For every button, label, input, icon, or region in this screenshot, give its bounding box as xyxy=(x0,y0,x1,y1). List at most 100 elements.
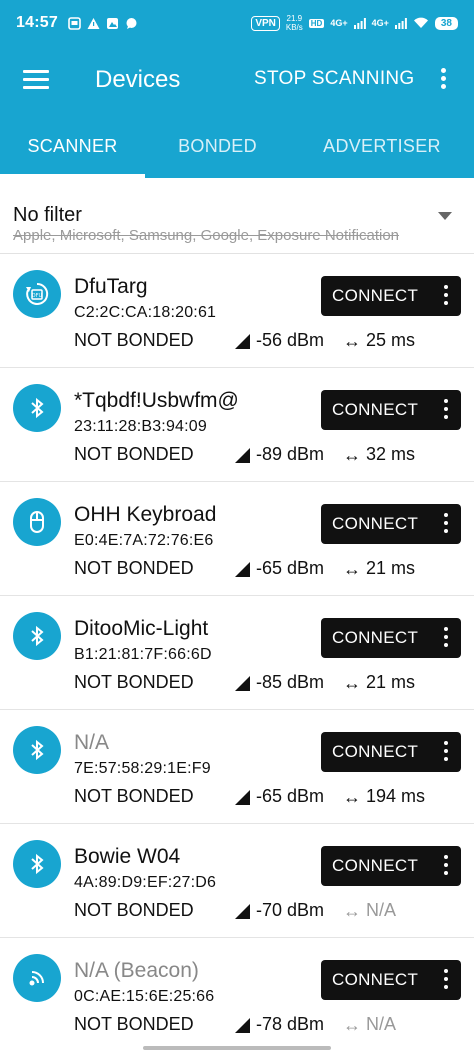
more-options-icon[interactable] xyxy=(443,285,449,309)
hamburger-menu-icon[interactable] xyxy=(23,70,49,90)
filter-subtitle: Apple, Microsoft, Samsung, Google, Expos… xyxy=(13,227,400,244)
more-options-icon[interactable] xyxy=(443,513,449,537)
bond-state: NOT BONDED xyxy=(74,900,194,920)
device-name: N/A (Beacon) xyxy=(74,959,199,982)
dfu-icon: DFU xyxy=(13,270,61,318)
interval-arrows-icon: ↔ xyxy=(343,1015,361,1035)
bond-state: NOT BONDED xyxy=(74,558,194,578)
signal-strength-icon xyxy=(235,334,250,349)
device-address: B1:21:81:7F:66:6D xyxy=(74,646,212,663)
gallery-notification-icon xyxy=(68,16,81,30)
bond-state: NOT BONDED xyxy=(74,786,194,806)
bond-state: NOT BONDED xyxy=(74,444,194,464)
signal-strength-icon xyxy=(235,1018,250,1033)
device-name: Bowie W04 xyxy=(74,845,181,868)
advertising-interval: 194 ms xyxy=(366,786,426,806)
connect-button[interactable]: CONNECT xyxy=(321,732,461,772)
advertising-interval: 25 ms xyxy=(366,330,416,350)
interval-arrows-icon: ↔ xyxy=(343,787,361,807)
wifi-icon xyxy=(413,17,428,28)
more-options-icon[interactable] xyxy=(443,627,449,651)
signal-4g-1: 4G+ xyxy=(330,18,348,28)
bluetooth-icon xyxy=(13,840,61,888)
speed-value: 21.9 xyxy=(286,14,303,23)
signal-strength-icon xyxy=(235,448,250,463)
device-row[interactable]: OHH Keybroad E0:4E:7A:72:76:E6 NOT BONDE… xyxy=(0,482,474,596)
more-options-icon[interactable] xyxy=(443,855,449,879)
advertising-interval: 32 ms xyxy=(366,444,416,464)
tab-bar: SCANNER BONDED ADVERTISER xyxy=(0,114,474,178)
bluetooth-icon xyxy=(13,612,61,660)
device-address: 4A:89:D9:EF:27:D6 xyxy=(74,874,217,891)
interval-arrows-icon: ↔ xyxy=(343,901,361,921)
connect-button[interactable]: CONNECT xyxy=(321,846,461,886)
status-time: 14:57 xyxy=(16,14,58,31)
vpn-badge: VPN xyxy=(251,15,280,31)
rssi-value: -78 dBm xyxy=(256,1014,325,1034)
overflow-menu-icon[interactable] xyxy=(436,68,450,92)
device-row[interactable]: N/A 7E:57:58:29:1E:F9 NOT BONDED -65 dBm… xyxy=(0,710,474,824)
tab-advertiser[interactable]: ADVERTISER xyxy=(290,114,474,178)
filter-title: No filter xyxy=(13,204,82,226)
device-name: *Tqbdf!Usbwfm@ xyxy=(74,389,239,412)
interval-arrows-icon: ↔ xyxy=(343,559,361,579)
stop-scanning-button[interactable]: STOP SCANNING xyxy=(254,68,415,90)
device-address: E0:4E:7A:72:76:E6 xyxy=(74,532,214,549)
page-title: Devices xyxy=(95,66,181,93)
device-row[interactable]: Bowie W04 4A:89:D9:EF:27:D6 NOT BONDED -… xyxy=(0,824,474,938)
interval-arrows-icon: ↔ xyxy=(343,445,361,465)
speed-unit: KB/s xyxy=(285,23,303,32)
connect-button[interactable]: CONNECT xyxy=(321,504,461,544)
device-name: OHH Keybroad xyxy=(74,503,217,526)
app-notification-icon xyxy=(106,17,118,29)
connect-label: CONNECT xyxy=(332,400,419,419)
rssi-value: -65 dBm xyxy=(256,558,325,578)
connect-button[interactable]: CONNECT xyxy=(321,960,461,1000)
home-indicator[interactable] xyxy=(143,1046,331,1050)
bond-state: NOT BONDED xyxy=(74,672,194,692)
device-row[interactable]: *Tqbdf!Usbwfm@ 23:11:28:B3:94:09 NOT BON… xyxy=(0,368,474,482)
svg-text:DFU: DFU xyxy=(32,293,43,299)
connect-button[interactable]: CONNECT xyxy=(321,618,461,658)
more-options-icon[interactable] xyxy=(443,399,449,423)
device-name: N/A xyxy=(74,731,110,754)
connect-button[interactable]: CONNECT xyxy=(321,276,461,316)
device-name: DitooMic-Light xyxy=(74,617,209,640)
battery-indicator: 38 xyxy=(434,16,458,30)
interval-arrows-icon: ↔ xyxy=(343,331,361,351)
signal-4g-2: 4G+ xyxy=(371,18,389,28)
device-row[interactable]: N/A (Beacon) 0C:AE:15:6E:25:66 NOT BONDE… xyxy=(0,938,474,1052)
more-options-icon[interactable] xyxy=(443,969,449,993)
connect-label: CONNECT xyxy=(332,628,419,647)
hd-badge: HD xyxy=(308,18,325,28)
advertising-interval: 21 ms xyxy=(366,558,416,578)
notification-icons xyxy=(68,16,138,30)
warning-icon xyxy=(87,17,100,29)
mouse-icon xyxy=(13,498,61,546)
rssi-value: -56 dBm xyxy=(256,330,325,350)
rssi-value: -89 dBm xyxy=(256,444,325,464)
cell-signal-icon-2 xyxy=(394,17,407,29)
status-right: VPN 21.9 KB/s HD 4G+ 4G+ 38 xyxy=(251,14,458,32)
rssi-value: -70 dBm xyxy=(256,900,325,920)
cell-signal-icon xyxy=(353,17,366,29)
device-row[interactable]: DFU DfuTarg C2:2C:CA:18:20:61 NOT BONDED… xyxy=(0,254,474,368)
tab-bonded[interactable]: BONDED xyxy=(145,114,290,178)
connect-label: CONNECT xyxy=(332,742,419,761)
device-name: DfuTarg xyxy=(74,275,148,298)
rssi-value: -85 dBm xyxy=(256,672,325,692)
signal-strength-icon xyxy=(235,790,250,805)
advertising-interval: 21 ms xyxy=(366,672,416,692)
signal-strength-icon xyxy=(235,562,250,577)
filter-dropdown[interactable]: No filter Apple, Microsoft, Samsung, Goo… xyxy=(0,178,474,254)
device-row[interactable]: DitooMic-Light B1:21:81:7F:66:6D NOT BON… xyxy=(0,596,474,710)
tab-scanner[interactable]: SCANNER xyxy=(0,114,145,178)
status-bar: 14:57 VPN 21.9 KB/s HD 4G+ 4G+ 38 xyxy=(0,0,474,46)
connect-button[interactable]: CONNECT xyxy=(321,390,461,430)
device-address: 7E:57:58:29:1E:F9 xyxy=(74,760,211,777)
dropdown-arrow-icon xyxy=(438,212,452,220)
device-address: 23:11:28:B3:94:09 xyxy=(74,418,207,435)
connect-label: CONNECT xyxy=(332,856,419,875)
more-options-icon[interactable] xyxy=(443,741,449,765)
network-speed: 21.9 KB/s xyxy=(286,14,303,32)
